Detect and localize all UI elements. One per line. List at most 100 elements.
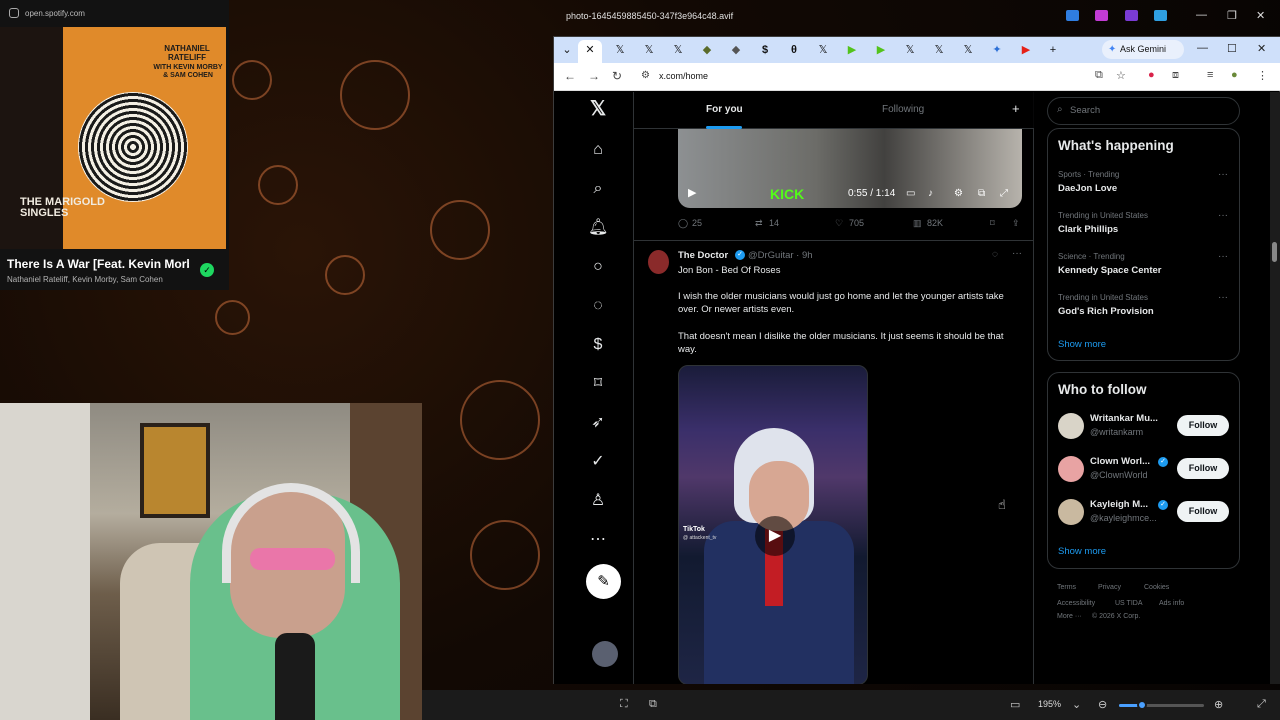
bookmarks-icon[interactable]: ⌑ [588,374,608,394]
trend-more-icon[interactable]: ··· [1218,292,1228,303]
media-controls-icon[interactable]: ≡ [1207,69,1213,81]
more-options-icon[interactable]: ··· [1012,248,1022,259]
page-scrollbar[interactable] [1270,92,1280,684]
follow-button[interactable]: Follow [1177,415,1229,436]
scrollbar-thumb[interactable] [1272,242,1277,262]
trend-name[interactable]: Kennedy Space Center [1058,265,1161,276]
tab-following[interactable]: Following [882,104,924,115]
text-select-icon[interactable]: ⧉ [649,698,657,711]
captions-icon[interactable]: ▭ [906,188,915,199]
new-tab-button[interactable]: + [1042,41,1064,59]
tab-kick[interactable]: ▶ [841,41,863,59]
track-artists[interactable]: Nathaniel Rateliff, Kevin Morby, Sam Coh… [7,275,163,284]
verified-orgs-icon[interactable]: ✓ [588,452,608,472]
install-app-icon[interactable]: ⧉ [1095,69,1103,82]
grok-icon[interactable]: ◌ [588,296,608,316]
home-icon[interactable]: ⌂ [588,140,608,160]
footer-ads-info[interactable]: Ads info [1159,600,1184,607]
url-text[interactable]: x.com/home [659,71,708,81]
footer-accessibility[interactable]: Accessibility [1057,600,1095,607]
tab-bluesky[interactable]: ✦ [986,41,1008,59]
tab-x[interactable]: 𝕏 [812,41,834,59]
post-video[interactable]: ▶ TikTok @ attackent_tv [678,365,868,684]
account-avatar[interactable] [592,641,618,667]
settings-gear-icon[interactable]: ⚙ [954,188,963,199]
maximize-icon[interactable]: ☐ [1227,42,1237,55]
account-name[interactable]: Kayleigh M... [1090,499,1156,510]
post-author-avatar[interactable] [648,250,669,274]
play-icon[interactable]: ▶ [688,186,696,199]
notifications-bell-icon[interactable]: 🔔︎ [588,218,608,238]
compose-post-button[interactable]: ✎ [586,564,621,599]
forward-icon[interactable]: → [588,69,600,83]
pip-icon[interactable]: ⧉ [978,188,985,199]
zoom-out-icon[interactable]: ⊖ [1098,698,1107,711]
minimize-icon[interactable]: — [1197,42,1208,54]
extension-icon[interactable]: ● [1148,69,1155,81]
extensions-puzzle-icon[interactable]: ⧈ [1172,69,1179,82]
avatar[interactable] [1058,413,1084,439]
account-name[interactable]: Clown Worl... [1090,456,1156,467]
show-more-link[interactable]: Show more [1058,339,1106,350]
messages-icon[interactable]: ○ [588,257,608,277]
tab-x[interactable]: 𝕏 [609,41,631,59]
maximize-icon[interactable]: ❐ [1227,9,1237,22]
follow-button[interactable]: Follow [1177,501,1229,522]
avatar[interactable] [1058,499,1084,525]
ask-gemini-button[interactable]: ✦ Ask Gemini [1102,40,1184,59]
profile-icon[interactable]: ♙ [588,491,608,511]
tray-app-icon[interactable] [1125,10,1138,21]
footer-more[interactable]: More ··· [1057,613,1082,620]
account-handle[interactable]: @kayleighmce... [1090,513,1170,523]
show-more-link[interactable]: Show more [1058,546,1106,557]
tab-x[interactable]: 𝕏 [957,41,979,59]
tab-site[interactable]: ◆ [725,41,747,59]
bookmark-icon[interactable]: ⌑ [990,218,995,229]
post-author-handle[interactable]: @DrGuitar · 9h [748,250,813,261]
site-settings-icon[interactable] [9,8,19,18]
tray-app-icon[interactable] [1154,10,1167,21]
tab-youtube[interactable]: ▶ [1015,41,1037,59]
crop-icon[interactable]: ⛶ [620,698,628,711]
x-logo-icon[interactable]: 𝕏 [588,99,608,119]
bookmark-star-icon[interactable]: ☆ [1116,69,1126,82]
fullscreen-icon[interactable]: ⤢ [1000,188,1008,199]
profile-icon[interactable]: ● [1231,69,1238,81]
grok-icon[interactable]: ◌ [992,249,998,260]
like-icon[interactable]: ♡ [835,218,843,229]
add-feed-icon[interactable]: + [1012,101,1020,116]
search-input[interactable] [1070,105,1230,116]
trend-name[interactable]: God's Rich Provision [1058,306,1154,317]
close-icon[interactable]: ✕ [1257,42,1266,55]
track-title[interactable]: There Is A War [Feat. Kevin Morby & Sam … [7,257,189,271]
tab-site[interactable]: $ [754,41,776,59]
volume-icon[interactable]: ♪ [928,188,933,199]
premium-icon[interactable]: $ [588,335,608,355]
repost-icon[interactable]: ⇄ [755,218,763,229]
chevron-down-icon[interactable]: ⌄ [1072,698,1081,711]
zoom-slider-thumb[interactable] [1136,700,1147,710]
jobs-rocket-icon[interactable]: ➶ [588,413,608,433]
follow-button[interactable]: Follow [1177,458,1229,479]
trend-more-icon[interactable]: ··· [1218,169,1228,180]
search-box[interactable]: ⌕ [1047,97,1240,125]
fullscreen-icon[interactable]: ⤢ [1257,698,1266,711]
footer-cookies[interactable]: Cookies [1144,584,1169,591]
tab-x[interactable]: 𝕏 [928,41,950,59]
tray-app-icon[interactable] [1095,10,1108,21]
previous-post-video[interactable]: ▶ KICK 0:55 / 1:14 ▭ ♪ ⚙ ⧉ ⤢ [678,128,1022,208]
trend-more-icon[interactable]: ··· [1218,251,1228,262]
more-icon[interactable]: ⋯ [588,530,608,550]
reload-icon[interactable]: ↻ [612,69,622,83]
footer-privacy[interactable]: Privacy [1098,584,1121,591]
reply-icon[interactable]: ◯ [678,218,688,229]
share-icon[interactable]: ⇪ [1012,218,1020,229]
zoom-slider[interactable] [1119,700,1204,710]
account-handle[interactable]: @writankarm [1090,427,1170,437]
footer-tida[interactable]: US TIDA [1115,600,1143,607]
tab-search-icon[interactable]: ⌄ [556,41,578,59]
minimize-icon[interactable]: — [1196,9,1207,21]
tab-site[interactable]: ◆ [696,41,718,59]
search-icon[interactable]: ⌕ [588,179,608,199]
views-icon[interactable]: ▥ [913,218,922,229]
